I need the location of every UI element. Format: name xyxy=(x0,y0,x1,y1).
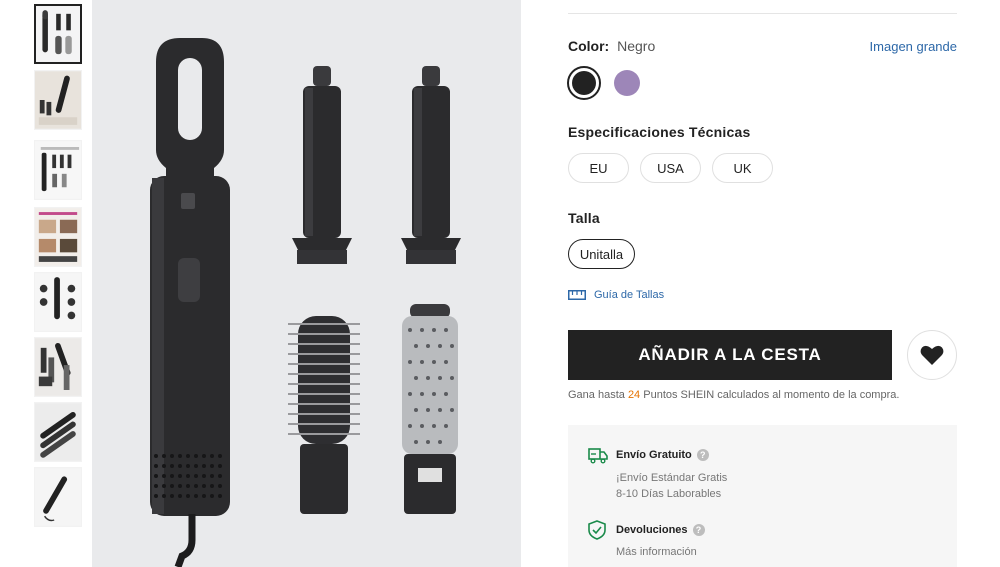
thumbnail-3[interactable] xyxy=(34,140,82,200)
color-row: Color: Negro Imagen grande xyxy=(568,38,957,56)
thumbnail-6[interactable] xyxy=(34,337,82,397)
returns-title-row: Devoluciones ? xyxy=(616,524,705,536)
thumbnail-1[interactable] xyxy=(34,4,82,64)
top-divider xyxy=(568,13,957,14)
help-icon[interactable]: ? xyxy=(692,524,705,536)
shipping-title-row: Envío Gratuito ? xyxy=(616,449,709,461)
returns-title: Devoluciones xyxy=(616,524,688,536)
size-guide-link[interactable]: Guía de Tallas xyxy=(568,287,664,303)
heart-icon xyxy=(920,345,944,365)
size-option-unitalla[interactable]: Unitalla xyxy=(568,239,635,269)
wishlist-button[interactable] xyxy=(907,330,957,380)
help-icon[interactable]: ? xyxy=(696,449,709,461)
truck-icon xyxy=(588,448,608,464)
add-to-cart-button[interactable]: AÑADIR A LA CESTA xyxy=(568,330,892,380)
specs-title: Especificaciones Técnicas xyxy=(568,124,751,140)
points-text: Gana hasta 24 Puntos SHEIN calculados al… xyxy=(568,389,900,401)
shipping-line-1: ¡Envío Estándar Gratis xyxy=(616,472,728,484)
thumbnail-2[interactable] xyxy=(34,70,82,130)
thumbnail-8[interactable] xyxy=(34,467,82,527)
ruler-icon xyxy=(568,290,586,300)
shield-check-icon xyxy=(588,520,606,540)
spec-option-usa[interactable]: USA xyxy=(640,153,701,183)
size-title: Talla xyxy=(568,210,600,226)
thumbnail-7[interactable] xyxy=(34,402,82,462)
shipping-returns-panel: Envío Gratuito ? ¡Envío Estándar Gratis … xyxy=(568,425,957,567)
size-guide-label: Guía de Tallas xyxy=(594,289,665,301)
thumbnail-4[interactable] xyxy=(34,207,82,267)
shipping-title: Envío Gratuito xyxy=(616,449,692,461)
big-image-link[interactable]: Imagen grande xyxy=(870,39,957,54)
color-swatch-purple[interactable] xyxy=(614,70,640,96)
spec-option-eu[interactable]: EU xyxy=(568,153,629,183)
color-label: Color: xyxy=(568,38,610,54)
color-value: Negro xyxy=(617,38,656,54)
spec-option-uk[interactable]: UK xyxy=(712,153,773,183)
thumbnail-5[interactable] xyxy=(34,272,82,332)
main-product-image[interactable] xyxy=(92,0,521,567)
color-swatch-black[interactable] xyxy=(567,66,601,100)
shipping-line-2: 8-10 Días Laborables xyxy=(616,488,722,500)
points-value: 24 xyxy=(627,389,641,401)
returns-more-info-link[interactable]: Más información xyxy=(616,546,697,558)
